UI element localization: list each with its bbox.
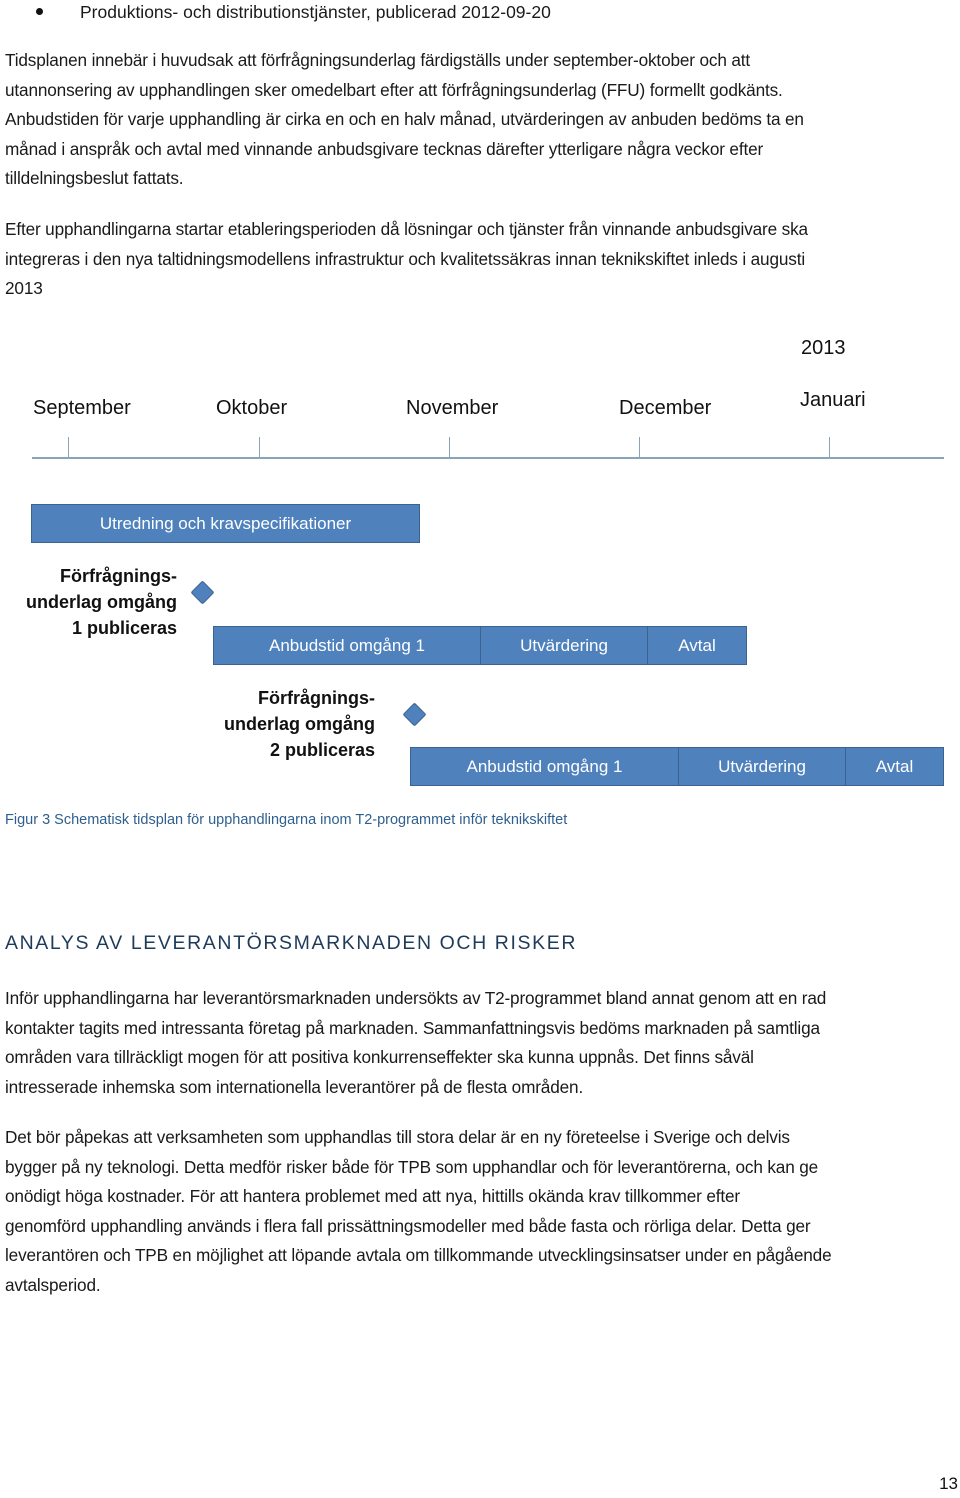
segment-evaluation: Utvärdering xyxy=(678,747,845,786)
timeline-tick xyxy=(449,437,450,458)
milestone-label-line: Förfrågnings- xyxy=(258,688,375,708)
text-line: onödigt höga kostnader. För att hantera … xyxy=(5,1186,740,1207)
paragraph-risks: Det bör påpekas att verksamheten som upp… xyxy=(5,1123,960,1301)
bullet-dot-icon xyxy=(36,8,43,15)
milestone-label-line: underlag omgång xyxy=(223,714,375,734)
segment-contract: Avtal xyxy=(845,747,944,786)
text-line: Det bör påpekas att verksamheten som upp… xyxy=(5,1127,790,1147)
milestone-label-line: 2 publiceras xyxy=(269,740,375,760)
text-line: leverantören och TPB en möjlighet att lö… xyxy=(5,1245,832,1266)
milestone-2-label: Förfrågnings- underlag omgång 2 publicer… xyxy=(224,685,375,763)
segment-contract: Avtal xyxy=(647,626,747,665)
segment-label: Anbudstid omgång 1 xyxy=(466,756,623,776)
section-heading: ANALYS AV LEVERANTÖRSMARKNADEN OCH RISKE… xyxy=(5,932,577,954)
month-label: Januari xyxy=(800,389,866,411)
paragraph-establishment: Efter upphandlingarna startar etablering… xyxy=(5,215,960,304)
text-line: 2013 xyxy=(5,278,43,299)
round-1-bars: Anbudstid omgång 1 Utvärdering Avtal xyxy=(213,626,747,665)
month-label: Oktober xyxy=(216,397,288,419)
segment-label: Utvärdering xyxy=(718,756,806,776)
bullet-item: Produktions- och distributionstjänster, … xyxy=(0,0,960,24)
month-label: September xyxy=(33,397,131,419)
round-2-bars: Anbudstid omgång 1 Utvärdering Avtal xyxy=(410,747,944,786)
timeline-tick xyxy=(639,437,640,458)
bullet-text: Produktions- och distributionstjänster, … xyxy=(80,2,551,22)
segment-evaluation: Utvärdering xyxy=(480,626,647,665)
text-line: Tidsplanen innebär i huvudsak att förfrå… xyxy=(5,50,751,70)
text-line: kontakter tagits med intressanta företag… xyxy=(5,1017,820,1038)
text-line: avtalsperiod. xyxy=(5,1274,101,1295)
text-line: områden vara tillräckligt mogen för att … xyxy=(5,1047,754,1068)
segment-label: Utvärdering xyxy=(520,635,608,655)
milestone-label-line: underlag omgång xyxy=(25,592,177,612)
text-line: bygger på ny teknologi. Detta medför ris… xyxy=(5,1156,819,1177)
segment-label: Anbudstid omgång 1 xyxy=(269,635,425,655)
figure-caption: Figur 3 Schematisk tidsplan för upphandl… xyxy=(5,812,568,828)
milestone-label-line: 1 publiceras xyxy=(71,618,177,638)
milestone-diamond-icon xyxy=(190,580,215,605)
phase-bar-requirements: Utredning och kravspecifikationer xyxy=(31,504,420,543)
text-line: integreras i den nya taltidningsmodellen… xyxy=(5,248,806,269)
month-label: November xyxy=(406,397,499,419)
timeline-axis xyxy=(32,457,944,459)
segment-label: Avtal xyxy=(875,756,914,776)
text-line: månad i anspråk och avtal med vinnande a… xyxy=(5,138,764,159)
text-line: genomförd upphandling används i flera fa… xyxy=(5,1215,811,1236)
milestone-diamond-icon xyxy=(402,702,427,727)
timeline-tick xyxy=(829,437,830,458)
segment-tender-period: Anbudstid omgång 1 xyxy=(213,626,480,665)
paragraph-schedule: Tidsplanen innebär i huvudsak att förfrå… xyxy=(5,46,960,194)
text-line: intresserade inhemska som internationell… xyxy=(5,1076,584,1097)
month-label: December xyxy=(619,397,712,419)
milestone-1-label: Förfrågnings- underlag omgång 1 publicer… xyxy=(26,563,177,641)
year-label: 2013 xyxy=(801,337,846,359)
paragraph-market-analysis: Inför upphandlingarna har leverantörsmar… xyxy=(5,984,960,1102)
timeline-tick xyxy=(259,437,260,458)
text-line: Anbudstiden för varje upphandling är cir… xyxy=(5,109,804,130)
timeline-tick xyxy=(68,437,69,458)
text-line: Inför upphandlingarna har leverantörsmar… xyxy=(5,988,827,1008)
text-line: Efter upphandlingarna startar etablering… xyxy=(5,219,808,239)
segment-tender-period: Anbudstid omgång 1 xyxy=(410,747,678,786)
milestone-label-line: Förfrågnings- xyxy=(60,566,177,586)
page-number: 13 xyxy=(939,1474,958,1493)
text-line: tilldelningsbeslut fattats. xyxy=(5,168,184,189)
text-line: utannonsering av upphandlingen sker omed… xyxy=(5,79,783,100)
segment-label: Avtal xyxy=(678,635,716,655)
phase-bar-label: Utredning och kravspecifikationer xyxy=(99,513,352,533)
